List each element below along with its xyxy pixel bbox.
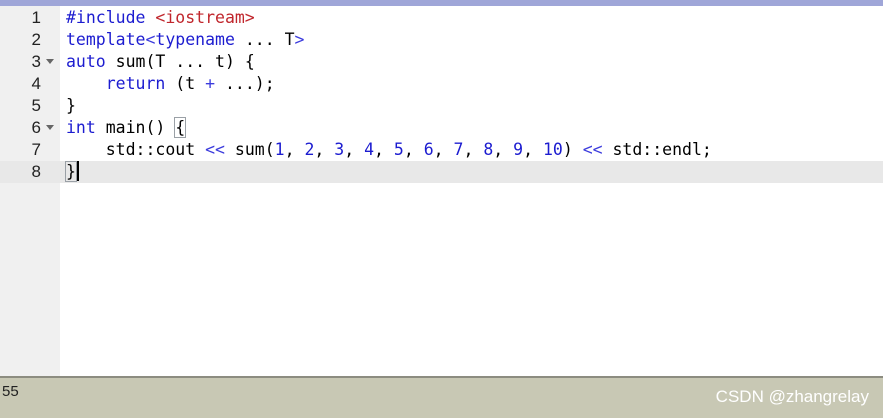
code-token: 5 <box>393 140 404 159</box>
line-number: 5 <box>31 96 41 115</box>
code-token: (t <box>165 74 206 93</box>
code-text: std::cout << sum(1, 2, 3, 4, 5, 6, 7, 8,… <box>66 139 712 161</box>
code-token: , <box>314 140 335 159</box>
code-token: 8 <box>483 140 494 159</box>
line-number: 6 <box>31 118 41 137</box>
code-token: sum( <box>224 140 275 159</box>
brace-match: } <box>65 161 77 182</box>
line-number: 4 <box>31 74 41 93</box>
code-token: <iostream> <box>155 8 255 27</box>
code-token: , <box>433 140 454 159</box>
code-token: 1 <box>274 140 285 159</box>
code-token: > <box>294 30 305 49</box>
code-token: ) <box>562 140 583 159</box>
code-editor[interactable]: 1 #include <iostream> 2 template<typename .… <box>0 6 883 376</box>
watermark-text: CSDN @zhangrelay <box>715 387 869 406</box>
code-token: 3 <box>334 140 345 159</box>
code-token: ... T <box>234 30 295 49</box>
code-token: } <box>66 96 76 115</box>
code-token: std::cout <box>66 140 206 159</box>
code-token: std::endl; <box>602 140 712 159</box>
code-token: 9 <box>513 140 524 159</box>
code-token: , <box>493 140 514 159</box>
line-number: 1 <box>31 8 41 27</box>
code-token: < <box>145 30 156 49</box>
code-token: , <box>523 140 543 159</box>
line-number: 8 <box>31 162 41 181</box>
code-token: 6 <box>423 140 434 159</box>
code-line[interactable]: 4 return (t + ...); <box>0 73 883 95</box>
line-number: 3 <box>31 52 41 71</box>
code-token: 2 <box>304 140 315 159</box>
code-token: auto <box>66 52 106 71</box>
code-token: 10 <box>542 140 563 159</box>
code-token: , <box>374 140 394 159</box>
code-line[interactable]: 5} <box>0 95 883 117</box>
code-token: , <box>463 140 484 159</box>
code-line[interactable]: 2 template<typename ... T> <box>0 29 883 51</box>
code-text: return (t + ...); <box>66 73 275 95</box>
code-line[interactable]: 7 std::cout << sum(1, 2, 3, 4, 5, 6, 7, … <box>0 139 883 161</box>
code-token: , <box>284 140 305 159</box>
code-token: sum(T ... t) { <box>105 52 255 71</box>
code-line[interactable]: 3 auto sum(T ... t) { <box>0 51 883 73</box>
fold-toggle-icon[interactable] <box>46 59 54 64</box>
brace-match: { <box>174 117 187 138</box>
code-token: typename <box>155 30 235 49</box>
code-line[interactable]: 1 #include <iostream> <box>0 7 883 29</box>
code-token: 7 <box>453 140 464 159</box>
code-token: 4 <box>364 140 374 159</box>
code-text: } <box>65 161 79 183</box>
code-line[interactable]: 8} <box>0 161 883 183</box>
code-token: template <box>66 30 146 49</box>
code-text: } <box>66 95 76 117</box>
code-text: int main() { <box>66 117 187 139</box>
code-token: main() <box>95 118 176 137</box>
status-text: 55 <box>2 383 19 400</box>
code-token: + <box>205 74 216 93</box>
code-text: #include <iostream> <box>66 7 255 29</box>
fold-toggle-icon[interactable] <box>46 125 54 130</box>
code-token: << <box>582 140 603 159</box>
code-token: int <box>66 118 96 137</box>
code-token: , <box>344 140 365 159</box>
line-number: 2 <box>31 30 41 49</box>
code-text: auto sum(T ... t) { <box>66 51 255 73</box>
code-token: ...); <box>215 74 275 93</box>
status-bar: 55 CSDN @zhangrelay <box>0 376 883 418</box>
code-token: return <box>105 74 166 93</box>
text-caret <box>76 161 79 181</box>
code-token: #include <box>66 8 156 27</box>
line-number: 7 <box>31 140 41 159</box>
code-line[interactable]: 6 int main() { <box>0 117 883 139</box>
code-token: << <box>205 140 225 159</box>
code-token: , <box>403 140 424 159</box>
code-text: template<typename ... T> <box>66 29 304 51</box>
